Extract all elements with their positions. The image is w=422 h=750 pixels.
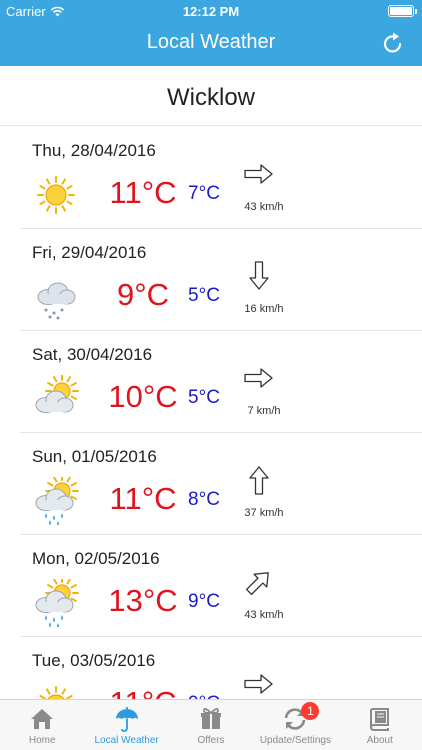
tab-about[interactable]: About	[338, 700, 422, 750]
tab-offers[interactable]: Offers	[169, 700, 253, 750]
high-temperature: 13°C	[108, 583, 178, 618]
refresh-icon	[383, 32, 402, 53]
wind-arrow-icon	[244, 164, 273, 184]
status-bar: Carrier 12:12 PM	[0, 0, 422, 22]
high-temperature: 9°C	[116, 277, 170, 312]
refresh-button[interactable]	[380, 30, 406, 56]
forecast-row[interactable]: Fri, 29/04/2016 9°C 5°C 16 km/h	[20, 229, 422, 331]
sun-icon	[37, 176, 75, 214]
tab-label: Update/Settings	[259, 735, 331, 746]
battery-fill	[390, 7, 412, 15]
sun-rain-icon	[35, 477, 79, 525]
status-time: 12:12 PM	[182, 4, 240, 19]
wind-arrow-icon	[245, 572, 269, 596]
low-temperature: 5°C	[188, 285, 220, 306]
high-temperature: 11°C	[98, 685, 188, 699]
battery-icon	[388, 5, 417, 17]
forecast-date: Sun, 01/05/2016	[32, 447, 157, 466]
wind-arrow-icon	[249, 261, 269, 290]
high-temperature: 11°C	[109, 481, 177, 516]
sun-rain-icon	[35, 579, 79, 627]
tab-home[interactable]: Home	[0, 700, 84, 750]
low-temperature: 9°C	[188, 591, 220, 612]
tab-update-settings[interactable]: Update/Settings 1	[253, 700, 337, 750]
wind-arrow-icon	[244, 674, 273, 694]
wind-speed: 37 km/h	[244, 507, 284, 519]
wind-arrow-icon	[244, 368, 273, 388]
forecast-date: Thu, 28/04/2016	[32, 141, 156, 160]
snow-cloud-icon	[37, 282, 76, 320]
forecast-row[interactable]: Sat, 30/04/2016 10°C 5°C 7 km/h	[20, 331, 422, 433]
forecast-row[interactable]: Thu, 28/04/2016 11°C 7°C 43 km/h	[20, 127, 422, 229]
sun-icon	[39, 686, 73, 699]
gift-icon	[201, 708, 222, 729]
book-icon	[369, 708, 389, 731]
forecast-list[interactable]: Thu, 28/04/2016 11°C 7°C 43 km/h Fri, 29…	[0, 127, 422, 699]
location-name: Wicklow	[167, 84, 255, 111]
forecast-row[interactable]: Tue, 03/05/2016 11°C 9°C	[20, 637, 422, 699]
home-icon	[31, 709, 54, 729]
tab-bar: Home Local Weather Offers Update/Setting…	[0, 699, 422, 750]
location-header: Wicklow	[0, 66, 422, 126]
low-temperature: 7°C	[188, 183, 220, 204]
page-title: Local Weather	[146, 31, 276, 53]
tab-label: Home	[28, 735, 56, 746]
notification-badge: 1	[301, 702, 320, 720]
tab-label: Offers	[197, 735, 225, 746]
tab-label: About	[366, 735, 393, 746]
forecast-date: Mon, 02/05/2016	[32, 549, 160, 568]
wind-speed: 43 km/h	[244, 609, 284, 621]
wind-speed: 16 km/h	[244, 303, 284, 315]
high-temperature: 11°C	[109, 175, 177, 210]
nav-bar: Local Weather	[0, 22, 422, 66]
high-temperature: 10°C	[108, 379, 178, 414]
wind-speed: 7 km/h	[247, 405, 281, 417]
forecast-row[interactable]: Sun, 01/05/2016 11°C 8°C 37 km/h	[20, 433, 422, 535]
forecast-date: Sat, 30/04/2016	[32, 345, 153, 364]
low-temperature: 8°C	[188, 489, 220, 510]
forecast-date: Tue, 03/05/2016	[32, 651, 156, 670]
umbrella-icon	[115, 707, 138, 732]
wind-arrow-icon	[249, 466, 269, 495]
tab-label: Local Weather	[94, 735, 159, 746]
forecast-date: Fri, 29/04/2016	[32, 243, 147, 262]
partly-cloudy-icon	[35, 375, 79, 413]
low-temperature: 5°C	[188, 387, 220, 408]
tab-local-weather[interactable]: Local Weather	[84, 700, 168, 750]
wind-speed: 43 km/h	[244, 201, 284, 213]
forecast-row[interactable]: Mon, 02/05/2016 13°C 9°C 43 km/h	[20, 535, 422, 637]
